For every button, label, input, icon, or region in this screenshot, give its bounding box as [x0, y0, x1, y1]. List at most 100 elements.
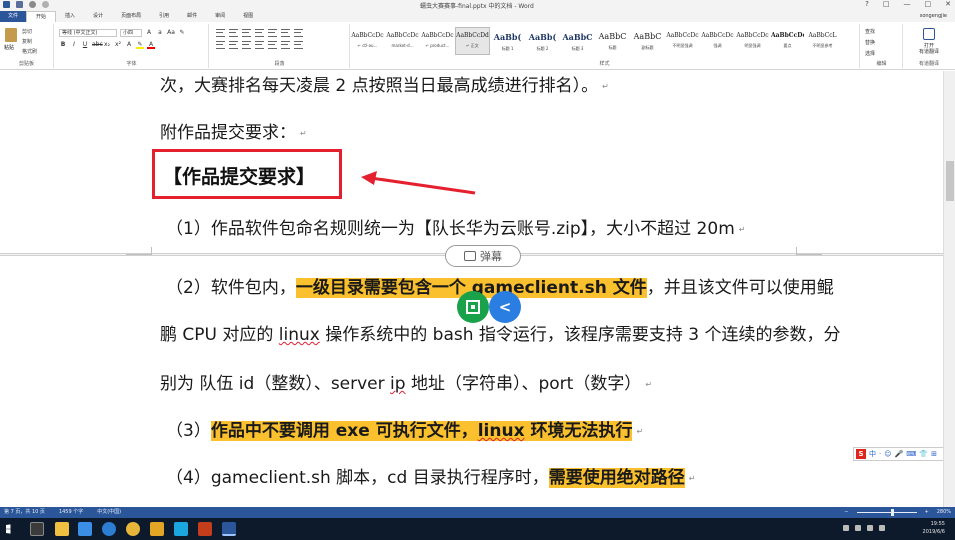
style-item-selected[interactable]: AaBbCcDd ↵ 正文 [455, 27, 490, 55]
save-icon[interactable] [16, 1, 23, 8]
ime-toolbar[interactable]: S 中 · ☺ 🎤 ⌨ 👕 ⊞ [853, 447, 953, 461]
style-item[interactable]: AaBbCcDc market-d... [385, 27, 420, 55]
style-item[interactable]: AaBbCcDc 不明显强调 [665, 27, 700, 55]
italic-icon[interactable]: I [70, 41, 78, 49]
tab-references[interactable]: 引用 [150, 11, 178, 22]
font-size-select[interactable]: 小四 [120, 29, 142, 37]
clear-format-icon[interactable]: ✎ [178, 29, 186, 37]
tab-layout[interactable]: 页面布局 [112, 11, 150, 22]
style-item[interactable]: AaBb(标题 2 [525, 27, 560, 55]
decrease-indent-icon[interactable] [255, 29, 264, 37]
numbering-icon[interactable] [229, 29, 238, 37]
vertical-scrollbar[interactable] [943, 71, 955, 507]
word-count[interactable]: 1459 个字 [59, 507, 83, 518]
tab-design[interactable]: 设计 [84, 11, 112, 22]
word-taskbar-icon[interactable] [222, 522, 236, 536]
store-icon[interactable] [78, 522, 92, 536]
maximize-button[interactable]: □ [925, 0, 932, 8]
shading-icon[interactable] [281, 41, 290, 49]
grow-font-icon[interactable]: A [145, 29, 153, 37]
style-item[interactable]: AaBbC 副标题 [630, 27, 665, 55]
tray-ime-icon[interactable] [867, 525, 873, 531]
edge-icon[interactable] [102, 522, 116, 536]
increase-indent-icon[interactable] [268, 29, 277, 37]
style-item[interactable]: AaBbCcDc 强调 [700, 27, 735, 55]
format-painter-button[interactable]: 格式刷 [22, 48, 37, 55]
danmu-button[interactable]: 弹幕 [445, 245, 521, 267]
doc-line-item4[interactable]: （4）gameclient.sh 脚本，cd 目录执行程序时，需要使用绝对路径 ↵ [166, 463, 695, 488]
align-center-icon[interactable] [229, 41, 238, 49]
align-right-icon[interactable] [242, 41, 251, 49]
zoom-slider[interactable] [856, 509, 917, 516]
zoom-in-icon[interactable]: + [925, 507, 929, 518]
find-button[interactable]: 查找 [865, 28, 875, 35]
tab-insert[interactable]: 插入 [56, 11, 84, 22]
doc-line-attach[interactable]: 附作品提交要求： ↵ [160, 118, 307, 143]
style-item[interactable]: AaBbCcDc 要点 [770, 27, 805, 55]
zoom-slider-knob[interactable] [890, 509, 894, 516]
clock[interactable]: 19:55 2019/6/6 [923, 520, 945, 536]
translate-button[interactable]: 打开 有道翻译 [903, 43, 955, 55]
style-item[interactable]: AaBbC 标题 3 [560, 27, 595, 55]
scrollbar-thumb[interactable] [946, 161, 954, 201]
qr-code-button[interactable] [457, 291, 489, 323]
file-explorer-icon[interactable] [55, 522, 69, 536]
paste-button[interactable]: 粘贴 [4, 44, 14, 51]
tab-file[interactable]: 文件 [0, 11, 27, 22]
language-indicator[interactable]: 中文(中国) [97, 507, 121, 518]
justify-icon[interactable] [255, 41, 264, 49]
page-indicator[interactable]: 第 7 页，共 10 页 [4, 507, 45, 518]
doc-line-ranking[interactable]: 次，大赛排名每天凌晨 2 点按照当日最高成绩进行排名）。 ↵ [160, 71, 609, 96]
doc-line-item1[interactable]: （1）作品软件包命名规则统一为【队长华为云账号.zip】，大小不超过 20m ↵ [166, 214, 745, 239]
doc-line-item2-cont2[interactable]: 别为 队伍 id（整数）、server ip 地址（字符串）、port（数字） ↵ [160, 369, 652, 394]
ribbon-display-button[interactable]: □ [883, 0, 890, 8]
style-item[interactable]: AaBbCcDc ↵ ctl-ou... [350, 27, 385, 55]
ime-keyboard-icon[interactable]: ⌨ [906, 450, 916, 458]
replace-button[interactable]: 替换 [865, 39, 875, 46]
tab-home[interactable]: 开始 [26, 11, 57, 22]
doc-line-item2-cont[interactable]: 鹏 CPU 对应的 linux 操作系统中的 bash 指令运行，该程序需要支持… [160, 320, 841, 345]
text-effects-icon[interactable]: A [125, 41, 133, 49]
select-button[interactable]: 选择 [865, 50, 875, 57]
ime-emoji-icon[interactable]: ☺ [884, 450, 891, 458]
video-player-icon[interactable] [174, 522, 188, 536]
zoom-out-icon[interactable]: − [844, 507, 848, 518]
ime-punctuation[interactable]: · [879, 450, 881, 458]
share-button[interactable]: < [489, 291, 521, 323]
style-item[interactable]: AaBbC 标题 [595, 27, 630, 55]
powerpoint-icon[interactable] [198, 522, 212, 536]
translate-icon[interactable] [923, 28, 935, 40]
folder-icon[interactable] [150, 522, 164, 536]
sort-icon[interactable] [281, 29, 290, 37]
ime-toolbox-icon[interactable]: ⊞ [931, 450, 937, 458]
bold-icon[interactable]: B [59, 41, 67, 49]
ime-skin-icon[interactable]: 👕 [919, 450, 928, 458]
chrome-icon[interactable] [126, 522, 140, 536]
user-account[interactable]: songengjie [920, 11, 947, 22]
windows-start-icon[interactable] [6, 524, 11, 534]
paste-icon[interactable] [5, 28, 17, 42]
align-left-icon[interactable] [216, 41, 225, 49]
section-heading[interactable]: 【作品提交要求】 [163, 162, 315, 189]
bullets-icon[interactable] [216, 29, 225, 37]
help-button[interactable]: ? [865, 0, 869, 8]
tray-notification-icon[interactable] [879, 525, 885, 531]
subscript-icon[interactable]: x₂ [103, 41, 111, 49]
document-area[interactable]: 次，大赛排名每天凌晨 2 点按照当日最高成绩进行排名）。 ↵ 附作品提交要求： ↵ … [0, 71, 955, 507]
copy-button[interactable]: 复制 [22, 38, 37, 45]
close-button[interactable]: ✕ [945, 0, 951, 8]
doc-line-item3[interactable]: （3）作品中不要调用 exe 可执行文件，linux 环境无法执行 ↵ [166, 416, 643, 441]
multilevel-list-icon[interactable] [242, 29, 251, 37]
change-case-icon[interactable]: Aa [167, 29, 175, 37]
ime-chinese-mode[interactable]: 中 [869, 449, 876, 459]
tray-network-icon[interactable] [843, 525, 849, 531]
minimize-button[interactable]: — [904, 0, 911, 8]
superscript-icon[interactable]: x² [114, 41, 122, 49]
redo-icon[interactable] [42, 1, 49, 8]
style-item[interactable]: AaBbCcL 不明显参考 [805, 27, 840, 55]
highlight-color-icon[interactable]: ✎ [136, 41, 144, 49]
zoom-level[interactable]: 280% [937, 507, 951, 518]
font-name-select[interactable]: 等线 (中文正文) [59, 29, 117, 37]
line-spacing-icon[interactable] [268, 41, 277, 49]
undo-icon[interactable] [29, 1, 36, 8]
